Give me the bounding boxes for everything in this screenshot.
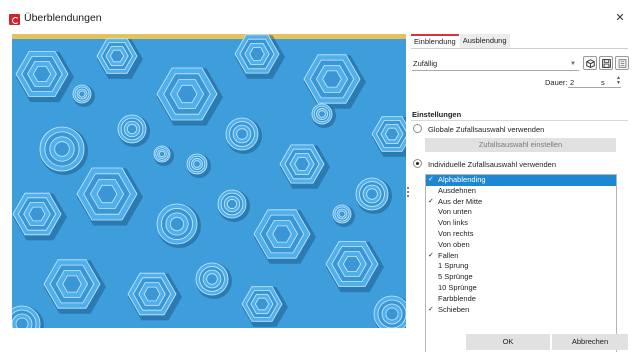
ok-button[interactable]: OK xyxy=(466,334,550,350)
list-item-label: 1 Sprung xyxy=(438,261,469,271)
individual-random-label: Individuelle Zufallsauswahl verwenden xyxy=(428,160,556,169)
preview-image xyxy=(12,34,406,328)
close-icon[interactable]: ✕ xyxy=(614,12,626,24)
preview-shape xyxy=(236,128,248,140)
list-item-label: Ausdehnen xyxy=(438,185,476,195)
list-item[interactable]: ✓ Alphablending xyxy=(426,175,616,186)
preview-shape xyxy=(322,70,342,88)
preview-shape xyxy=(62,275,82,293)
chevron-down-icon: ▼ xyxy=(570,61,576,67)
splitter-handle[interactable] xyxy=(406,186,410,200)
checkmark-icon[interactable]: ✓ xyxy=(428,251,437,262)
preview-shape xyxy=(28,206,46,222)
transition-select[interactable]: Zufällig ▼ xyxy=(412,57,579,71)
duration-unit: s xyxy=(601,78,605,87)
list-item[interactable]: Farbblende xyxy=(426,294,616,305)
tab-bar: Einblendung Ausblendung xyxy=(411,34,510,48)
configure-random-button[interactable]: Zufallsauswahl einstellen xyxy=(425,138,616,152)
list-item[interactable]: ✓ Schieben xyxy=(426,305,616,316)
settings-heading: Einstellungen xyxy=(412,110,462,119)
tab-ausblendung[interactable]: Ausblendung xyxy=(459,34,510,48)
list-item-label: Von unten xyxy=(438,207,472,217)
preview-shape xyxy=(384,127,400,141)
list-item-label: Alphablending xyxy=(438,175,486,184)
transition-select-value: Zufällig xyxy=(413,59,438,68)
individual-random-radio[interactable] xyxy=(413,159,422,168)
checkmark-icon[interactable]: ✓ xyxy=(428,175,437,186)
save-icon xyxy=(602,59,611,68)
list-item-label: Von links xyxy=(438,218,469,228)
list-item-label: Von rechts xyxy=(438,228,474,238)
preview-shape xyxy=(54,141,70,157)
preview-shape xyxy=(193,160,201,168)
preview-shape xyxy=(272,225,292,243)
preview-shape xyxy=(385,307,399,321)
preview-shape xyxy=(109,49,125,63)
list-item-label: 10 Sprünge xyxy=(438,282,477,292)
list-item-label: Aus der Mitte xyxy=(438,196,483,206)
checkmark-icon[interactable]: ✓ xyxy=(428,305,437,316)
list-item[interactable]: 1 Sprung xyxy=(426,261,616,272)
preview-shape xyxy=(15,317,29,328)
list-item-label: Von oben xyxy=(438,239,470,249)
list-item[interactable]: Von oben xyxy=(426,240,616,251)
list-item[interactable]: Von rechts xyxy=(426,229,616,240)
list-item[interactable]: 10 Sprünge xyxy=(426,283,616,294)
window-title: Überblendungen xyxy=(24,12,102,24)
settings-divider xyxy=(411,120,628,121)
duration-stepper[interactable]: 2 s ▲ ▼ xyxy=(568,75,621,88)
duration-value: 2 xyxy=(570,78,575,87)
list-item-label: Farbblende xyxy=(438,293,476,303)
save-button[interactable] xyxy=(599,56,613,70)
list-item[interactable]: Von unten xyxy=(426,207,616,218)
preview-shape xyxy=(366,188,378,200)
duration-label: Dauer: xyxy=(545,78,568,87)
global-random-label: Globale Zufallsauswahl verwenden xyxy=(428,125,545,134)
preview-shape xyxy=(254,297,270,311)
list-item[interactable]: ✓ Aus der Mitte xyxy=(426,197,616,208)
preview-shape xyxy=(318,110,326,118)
preview-shape xyxy=(143,286,161,302)
list-item[interactable]: Von links xyxy=(426,218,616,229)
list-button[interactable] xyxy=(615,56,629,70)
preview-shape xyxy=(249,47,265,61)
tab-divider xyxy=(411,48,628,49)
preview-shape xyxy=(294,157,310,171)
settings-panel: Einblendung Ausblendung Zufällig ▼ Dauer… xyxy=(411,34,629,352)
app-logo-icon xyxy=(9,14,20,25)
preview-shape xyxy=(338,210,346,218)
title-bar: Überblendungen ✕ xyxy=(0,0,632,32)
preview-shape xyxy=(126,123,138,135)
list-item-label: 5 Sprünge xyxy=(438,272,473,282)
cube-button[interactable] xyxy=(583,56,597,70)
preview-shape xyxy=(78,90,86,98)
list-item[interactable]: 5 Sprünge xyxy=(426,272,616,283)
stepper-arrows-icon[interactable]: ▲ ▼ xyxy=(616,76,621,86)
transition-preview xyxy=(12,34,406,328)
preview-shape xyxy=(158,150,166,158)
cube-icon xyxy=(586,59,595,68)
preview-shape xyxy=(206,273,218,285)
list-icon xyxy=(618,59,627,68)
checkmark-icon[interactable]: ✓ xyxy=(428,197,437,208)
list-item[interactable]: ✓ Fallen xyxy=(426,251,616,262)
list-item[interactable]: Ausdehnen xyxy=(426,186,616,197)
cancel-button[interactable]: Abbrechen xyxy=(552,334,628,350)
list-item-label: Schieben xyxy=(438,304,470,314)
transition-list[interactable]: ✓ Alphablending Ausdehnen ✓ Aus der Mitte Von… xyxy=(425,174,617,352)
tab-einblendung[interactable]: Einblendung xyxy=(411,34,459,48)
preview-shape xyxy=(226,198,238,210)
list-item-label: Fallen xyxy=(438,250,459,260)
preview-shape xyxy=(169,216,185,232)
global-random-radio[interactable] xyxy=(413,124,422,133)
